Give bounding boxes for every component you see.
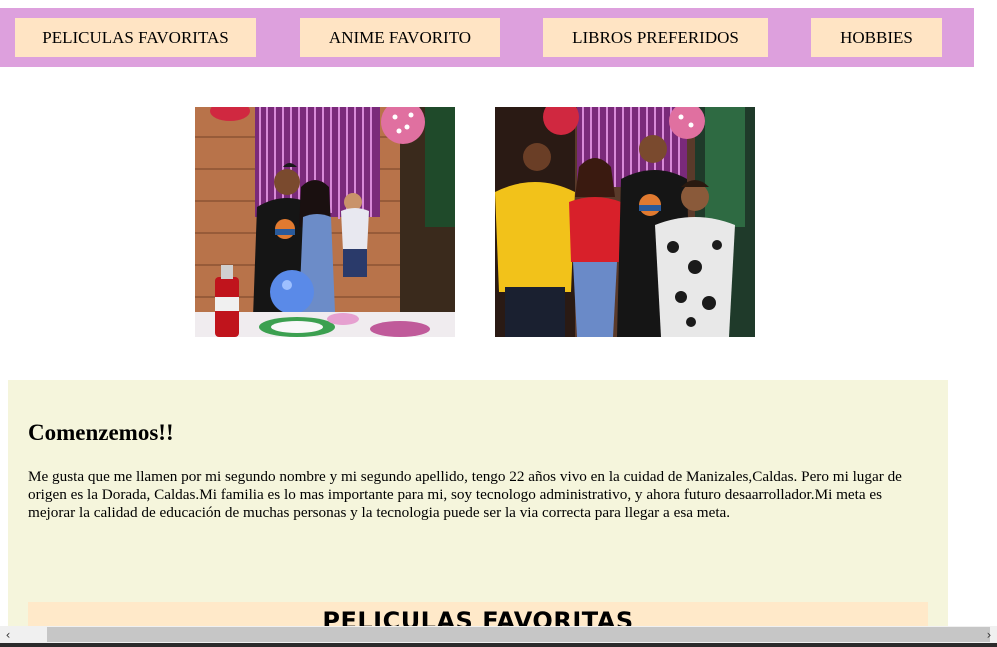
nav-peliculas-favoritas-button[interactable]: PELICULAS FAVORITAS bbox=[15, 18, 256, 57]
top-nav: PELICULAS FAVORITAS ANIME FAVORITO LIBRO… bbox=[0, 8, 974, 67]
intro-title: Comenzemos!! bbox=[28, 420, 174, 445]
scrollbar-thumb[interactable] bbox=[47, 627, 990, 642]
chevron-left-icon[interactable]: ‹ bbox=[0, 626, 16, 643]
nav-anime-favorito-button[interactable]: ANIME FAVORITO bbox=[300, 18, 500, 57]
chevron-right-icon[interactable]: › bbox=[981, 626, 997, 643]
intro-section: Comenzemos!! Me gusta que me llamen por … bbox=[8, 380, 948, 642]
family-photo-1 bbox=[195, 107, 455, 337]
horizontal-scrollbar[interactable]: ‹ › bbox=[0, 626, 997, 643]
nav-libros-preferidos-button[interactable]: LIBROS PREFERIDOS bbox=[543, 18, 768, 57]
nav-hobbies-button[interactable]: HOBBIES bbox=[811, 18, 942, 57]
page: PELICULAS FAVORITAS ANIME FAVORITO LIBRO… bbox=[0, 0, 997, 647]
family-photo-2 bbox=[495, 107, 755, 337]
intro-paragraph: Me gusta que me llamen por mi segundo no… bbox=[28, 468, 902, 521]
taskbar-edge bbox=[0, 643, 997, 647]
